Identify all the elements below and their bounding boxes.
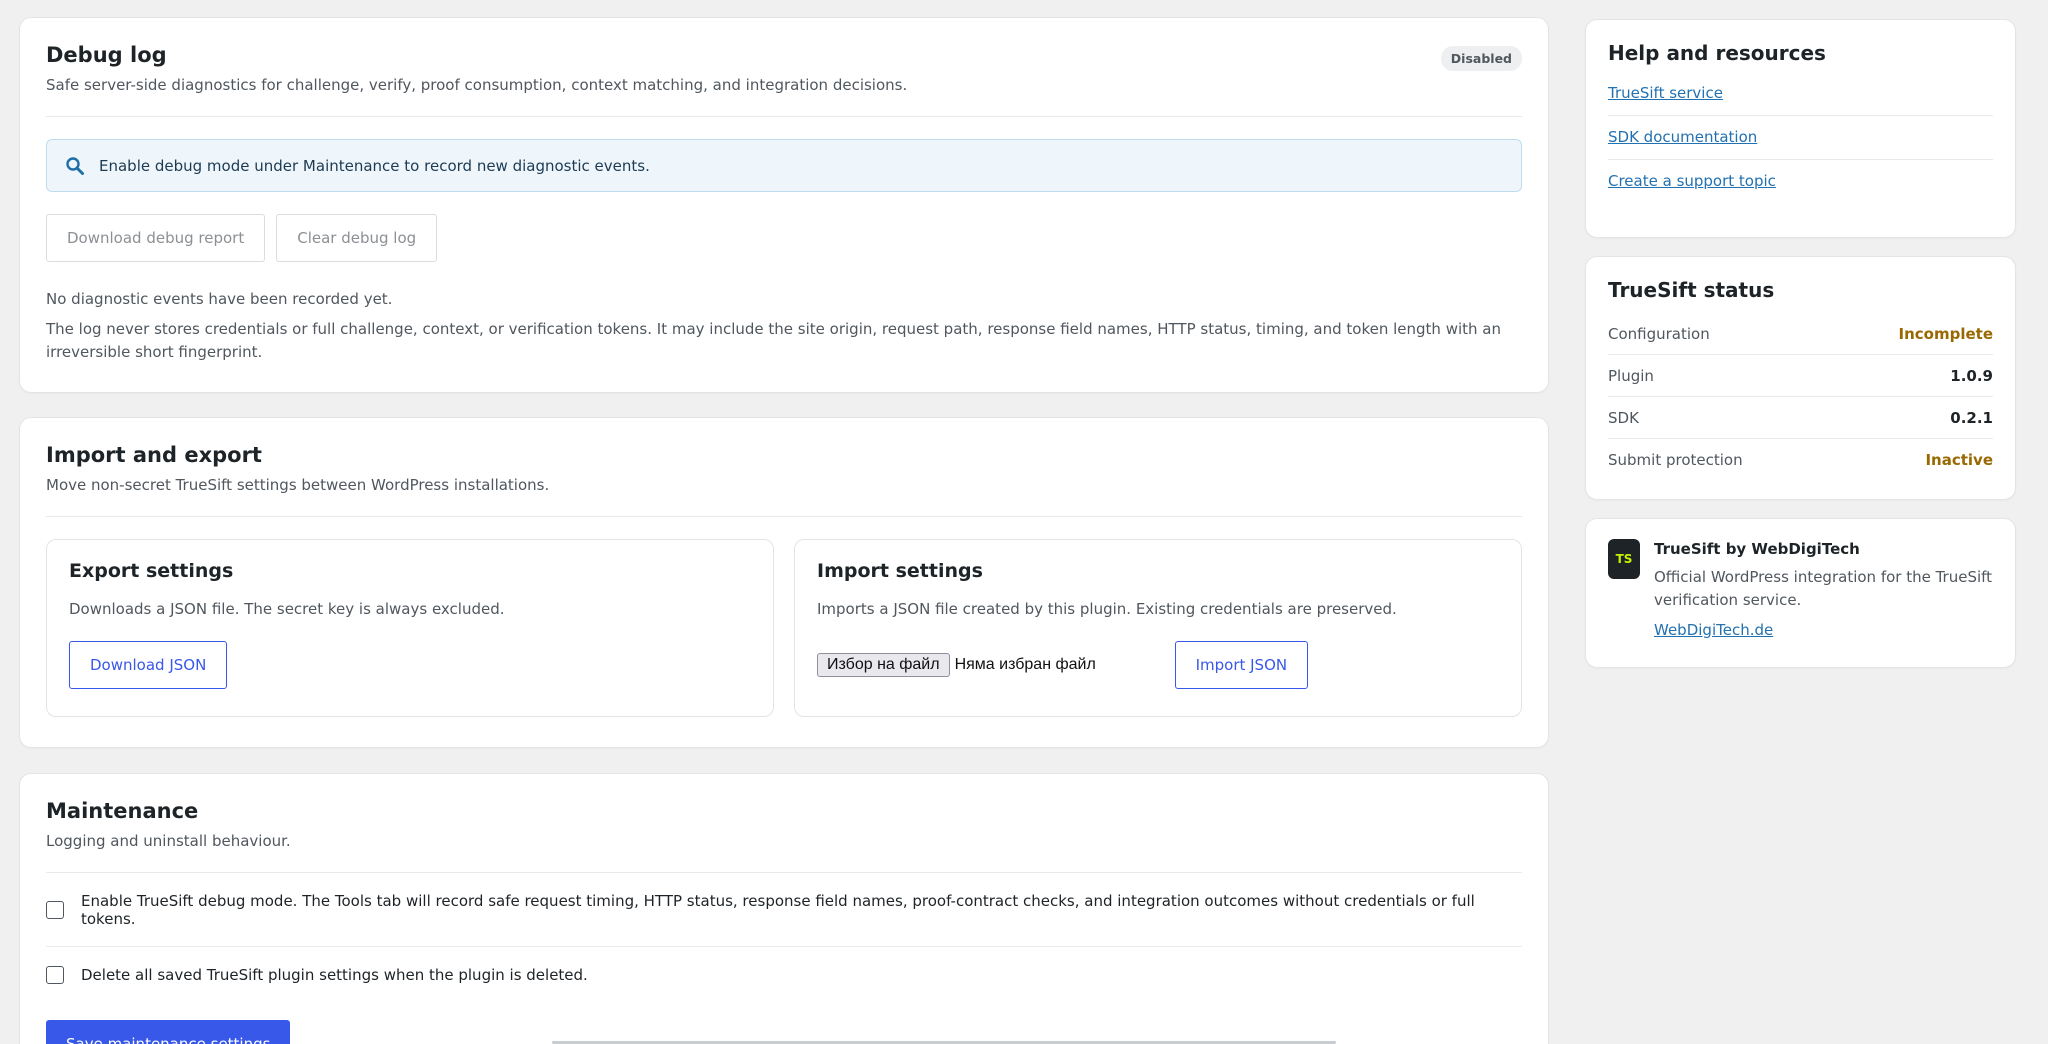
clear-debug-log-button[interactable]: Clear debug log bbox=[276, 214, 438, 263]
status-title: TrueSift status bbox=[1608, 278, 1775, 302]
import-export-grid: Export settings Downloads a JSON file. T… bbox=[46, 539, 1522, 718]
debug-log-card: Debug log Safe server-side diagnostics f… bbox=[19, 17, 1549, 393]
status-row-plugin: Plugin 1.0.9 bbox=[1608, 355, 1993, 397]
delete-settings-checkbox[interactable] bbox=[46, 966, 64, 985]
debug-actions: Download debug report Clear debug log bbox=[46, 214, 1522, 263]
divider bbox=[46, 946, 1522, 948]
maintenance-title: Maintenance bbox=[46, 799, 199, 823]
export-settings-title: Export settings bbox=[69, 560, 234, 583]
main-column: Debug log Safe server-side diagnostics f… bbox=[19, 17, 1549, 1044]
status-label: Submit protection bbox=[1608, 451, 1743, 469]
divider bbox=[46, 116, 1522, 118]
status-badge: Disabled bbox=[1440, 46, 1522, 71]
debug-notice: Enable debug mode under Maintenance to r… bbox=[46, 139, 1522, 193]
status-row-submit-protection: Submit protection Inactive bbox=[1608, 439, 1993, 481]
divider bbox=[46, 872, 1522, 874]
status-value: Inactive bbox=[1925, 451, 1993, 469]
sidebar: Help and resources TrueSift service SDK … bbox=[1585, 19, 2016, 668]
maintenance-subtitle: Logging and uninstall behaviour. bbox=[46, 832, 291, 851]
debug-notice-text: Enable debug mode under Maintenance to r… bbox=[99, 156, 650, 175]
export-settings-desc: Downloads a JSON file. The secret key is… bbox=[69, 600, 505, 619]
import-export-card: Import and export Move non-secret TrueSi… bbox=[19, 417, 1549, 748]
maintenance-card: Maintenance Logging and uninstall behavi… bbox=[19, 773, 1549, 1044]
status-value: 1.0.9 bbox=[1950, 366, 1993, 385]
import-json-button[interactable]: Import JSON bbox=[1174, 641, 1309, 690]
status-label: Plugin bbox=[1608, 366, 1654, 385]
export-settings-panel: Export settings Downloads a JSON file. T… bbox=[46, 539, 774, 718]
debug-mode-label: Enable TrueSift debug mode. The Tools ta… bbox=[81, 892, 1475, 929]
debug-mode-option[interactable]: Enable TrueSift debug mode. The Tools ta… bbox=[46, 892, 1522, 928]
debug-log-subtitle: Safe server-side diagnostics for challen… bbox=[46, 76, 908, 95]
truesift-status-card: TrueSift status Configuration Incomplete… bbox=[1585, 256, 2016, 500]
support-topic-link[interactable]: Create a support topic bbox=[1608, 172, 1993, 190]
help-link-row: Create a support topic bbox=[1608, 160, 1993, 203]
save-maintenance-settings-button[interactable]: Save maintenance settings bbox=[46, 1020, 291, 1044]
status-row-sdk: SDK 0.2.1 bbox=[1608, 397, 1993, 439]
status-value: 0.2.1 bbox=[1950, 408, 1993, 427]
help-resources-card: Help and resources TrueSift service SDK … bbox=[1585, 19, 2016, 238]
import-export-title: Import and export bbox=[46, 443, 262, 467]
brand-card: TS TrueSift by WebDigiTech Official Word… bbox=[1585, 518, 2016, 668]
import-settings-desc: Imports a JSON file created by this plug… bbox=[817, 600, 1397, 619]
debug-log-title: Debug log bbox=[46, 43, 167, 67]
file-input-row: Избор на файл Няма избран файл Import JS… bbox=[817, 641, 1499, 690]
truesift-service-link[interactable]: TrueSift service bbox=[1608, 84, 1993, 102]
truesift-logo: TS bbox=[1608, 539, 1640, 579]
search-icon bbox=[63, 154, 87, 178]
brand-body: TrueSift by WebDigiTech Official WordPre… bbox=[1654, 539, 1993, 667]
debug-mode-checkbox[interactable] bbox=[46, 901, 64, 920]
status-label: Configuration bbox=[1608, 324, 1710, 343]
brand-title: TrueSift by WebDigiTech bbox=[1654, 540, 1860, 558]
debug-privacy-text: The log never stores credentials or full… bbox=[46, 319, 1501, 361]
brand-description: Official WordPress integration for the T… bbox=[1654, 568, 1993, 610]
status-label: SDK bbox=[1608, 408, 1639, 427]
status-value: Incomplete bbox=[1898, 324, 1993, 343]
sdk-documentation-link[interactable]: SDK documentation bbox=[1608, 128, 1993, 146]
delete-settings-label: Delete all saved TrueSift plugin setting… bbox=[81, 966, 588, 985]
webdigitech-link[interactable]: WebDigiTech.de bbox=[1654, 621, 1993, 639]
file-status-text: Няма избран файл bbox=[954, 656, 1096, 674]
help-title: Help and resources bbox=[1608, 41, 1826, 65]
debug-empty-text: No diagnostic events have been recorded … bbox=[46, 290, 393, 309]
import-export-subtitle: Move non-secret TrueSift settings betwee… bbox=[46, 476, 550, 495]
delete-settings-option[interactable]: Delete all saved TrueSift plugin setting… bbox=[46, 966, 1522, 985]
divider bbox=[46, 516, 1522, 518]
download-debug-report-button[interactable]: Download debug report bbox=[46, 214, 266, 263]
help-link-row: TrueSift service bbox=[1608, 66, 1993, 116]
import-settings-panel: Import settings Imports a JSON file crea… bbox=[794, 539, 1522, 718]
download-json-button[interactable]: Download JSON bbox=[69, 641, 228, 690]
status-row-configuration: Configuration Incomplete bbox=[1608, 313, 1993, 355]
choose-file-button[interactable]: Избор на файл bbox=[817, 653, 950, 678]
help-link-row: SDK documentation bbox=[1608, 116, 1993, 160]
import-settings-title: Import settings bbox=[817, 560, 983, 583]
